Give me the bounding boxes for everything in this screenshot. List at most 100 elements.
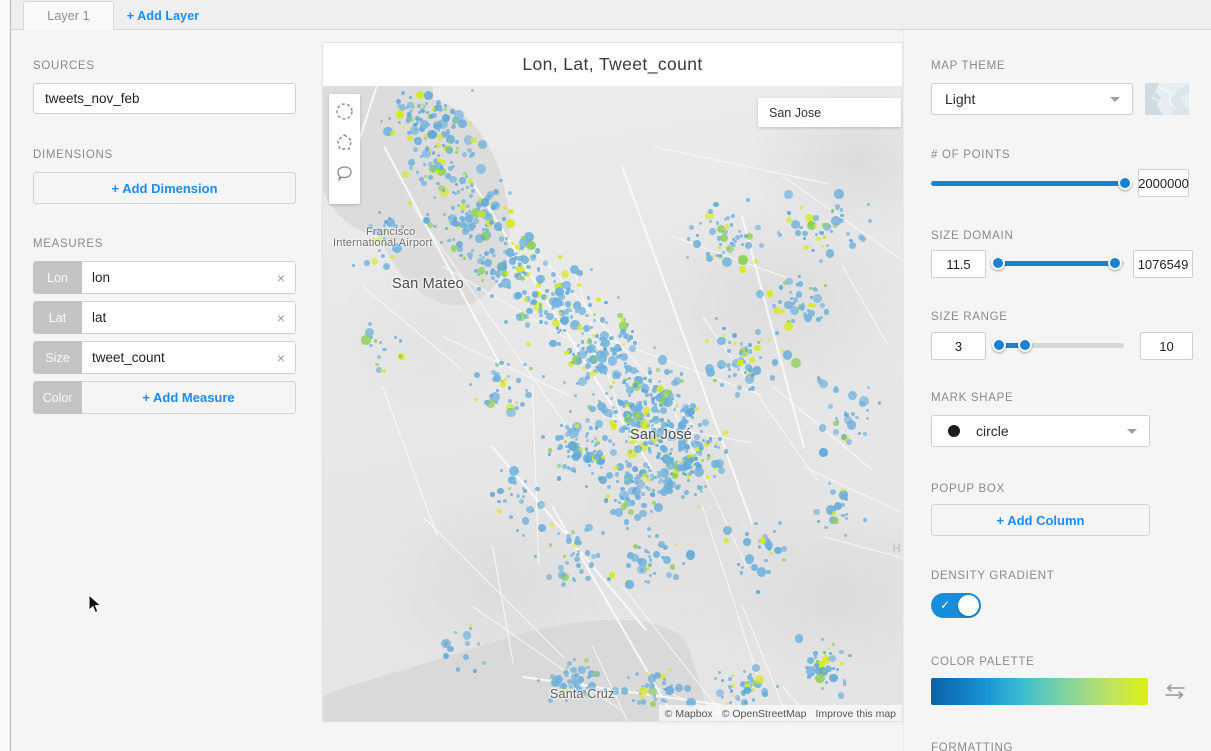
polygon-draw-tool[interactable] — [334, 131, 356, 153]
map-point — [379, 368, 384, 373]
density-gradient-toggle[interactable]: ✓ — [931, 593, 981, 618]
source-input[interactable]: tweets_nov_feb — [33, 83, 296, 114]
mark-shape-select[interactable]: circle — [931, 415, 1150, 447]
size-range-slider-knob-min[interactable] — [992, 338, 1007, 352]
map-theme-select[interactable]: Light — [931, 83, 1133, 115]
size-domain-slider-knob-min[interactable] — [990, 256, 1005, 270]
map-point — [440, 240, 443, 244]
map-popup-box[interactable]: San Jose — [758, 98, 901, 127]
tab-layer-1[interactable]: Layer 1 — [23, 1, 114, 30]
map-point — [596, 297, 601, 302]
map-point — [390, 254, 395, 260]
map-point — [628, 344, 636, 352]
map-point — [483, 259, 492, 267]
map-point — [644, 389, 648, 394]
map-point — [628, 508, 635, 515]
points-slider-knob[interactable] — [1118, 176, 1132, 190]
swap-palette-icon[interactable] — [1162, 682, 1188, 702]
map-point — [616, 296, 620, 300]
attrib-improve-map[interactable]: Improve this map — [815, 708, 896, 720]
map-point — [859, 396, 869, 407]
map-point — [559, 301, 565, 306]
map-point — [465, 185, 469, 189]
measure-row-size: Size tweet_count × — [33, 341, 296, 374]
map-point — [780, 545, 787, 552]
map-point — [459, 177, 466, 184]
size-domain-slider-track[interactable] — [990, 256, 1124, 270]
size-range-slider-track[interactable] — [992, 338, 1124, 352]
map-point — [533, 554, 537, 559]
map-point — [556, 476, 562, 481]
measure-field-lat[interactable]: lat × — [82, 301, 296, 334]
add-column-button[interactable]: + Add Column — [931, 504, 1150, 536]
map-point — [516, 493, 521, 498]
add-dimension-button[interactable]: + Add Dimension — [33, 172, 296, 204]
map-point — [831, 510, 836, 515]
size-range-min-input[interactable]: 3 — [931, 332, 986, 360]
map-point — [460, 217, 466, 222]
size-range-max-input[interactable]: 10 — [1140, 332, 1193, 360]
map-point — [613, 464, 619, 471]
map-point — [529, 366, 533, 371]
map-point — [558, 311, 562, 315]
toggle-knob — [958, 595, 979, 616]
map-point — [724, 449, 729, 454]
size-domain-slider-knob-max[interactable] — [1107, 256, 1122, 270]
add-layer-button[interactable]: + Add Layer — [115, 1, 211, 30]
map-point — [442, 212, 446, 216]
map-point — [596, 553, 601, 558]
measure-tag-color: Color — [33, 381, 82, 414]
map-point — [466, 203, 470, 208]
map-canvas[interactable]: Francisco International Airport San Mateo S… — [323, 86, 902, 721]
circle-draw-tool[interactable] — [334, 100, 356, 122]
map-label: San Mateo — [392, 276, 464, 292]
map-point — [736, 368, 740, 372]
map-point — [794, 633, 804, 643]
map-point — [526, 505, 534, 513]
attrib-mapbox[interactable]: © Mapbox — [665, 708, 713, 720]
size-range-slider-knob-max[interactable] — [1018, 338, 1033, 352]
points-count-input[interactable]: 2000000 — [1138, 169, 1189, 197]
map-point — [489, 247, 496, 254]
map-theme-thumbnail[interactable] — [1145, 83, 1189, 115]
map-point — [456, 190, 461, 194]
attrib-openstreetmap[interactable]: © OpenStreetMap — [722, 708, 807, 720]
map-point — [398, 354, 402, 358]
add-measure-button[interactable]: + Add Measure — [82, 381, 296, 414]
map-point — [736, 562, 740, 566]
map-point — [506, 362, 510, 366]
map-point — [862, 517, 867, 522]
map-point — [589, 405, 596, 412]
map-point — [841, 502, 845, 507]
dimensions-label: DIMENSIONS — [33, 149, 113, 161]
map-point — [586, 358, 591, 363]
clear-measure-size-icon[interactable]: × — [277, 351, 285, 365]
hospital-marker-icon: H — [892, 541, 901, 555]
map-point — [735, 694, 740, 700]
measure-field-size[interactable]: tweet_count × — [82, 341, 296, 374]
map-point — [367, 321, 372, 326]
clear-measure-lat-icon[interactable]: × — [277, 311, 285, 325]
measure-tag-lon: Lon — [33, 261, 82, 294]
map-point — [751, 687, 755, 691]
map-point — [594, 426, 599, 430]
map-point — [868, 219, 872, 224]
measure-field-lon[interactable]: lon × — [82, 261, 296, 294]
map-point — [626, 675, 630, 679]
measure-value-lon: lon — [92, 270, 111, 285]
map-point — [406, 131, 410, 135]
size-domain-max-input[interactable]: 1076549 — [1133, 250, 1193, 278]
color-palette-gradient[interactable] — [931, 678, 1148, 705]
clear-measure-lon-icon[interactable]: × — [277, 271, 285, 285]
size-domain-min-input[interactable]: 11.5 — [931, 250, 986, 278]
map-point — [447, 216, 451, 219]
lasso-draw-tool[interactable] — [334, 162, 356, 184]
map-point — [647, 447, 652, 451]
map-point — [592, 392, 596, 396]
points-slider-track[interactable] — [931, 176, 1132, 190]
map-point — [630, 411, 636, 418]
map-point — [676, 393, 680, 398]
map-point — [813, 663, 819, 669]
map-point — [438, 184, 445, 192]
map-point — [450, 123, 456, 129]
